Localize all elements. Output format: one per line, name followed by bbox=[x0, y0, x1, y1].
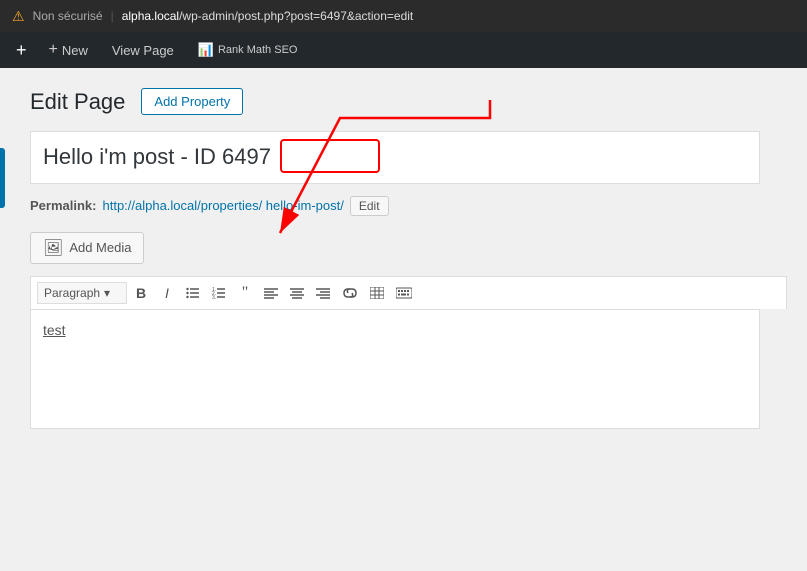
toolbar-italic-button[interactable]: I bbox=[155, 281, 179, 305]
browser-bar: ⚠ Non sécurisé | alpha.local/wp-admin/po… bbox=[0, 0, 807, 32]
plus-icon: + bbox=[49, 41, 58, 59]
post-title-input[interactable] bbox=[30, 131, 760, 184]
wp-logo[interactable]: + bbox=[8, 40, 35, 61]
add-media-label: Add Media bbox=[69, 240, 131, 255]
editor-area: Edit Page Add Property Permalink: http:/… bbox=[30, 88, 787, 551]
permalink-row: Permalink: http://alpha.local/properties… bbox=[30, 196, 787, 216]
separator: | bbox=[111, 9, 114, 23]
editor-content[interactable]: test bbox=[30, 309, 760, 429]
warning-icon: ⚠ bbox=[12, 8, 25, 25]
svg-text:3.: 3. bbox=[212, 295, 216, 299]
add-media-icon: 🖼 bbox=[43, 238, 63, 258]
admin-bar-new-label: New bbox=[62, 43, 88, 58]
admin-bar-rank-math[interactable]: 📊 Rank Math SEO bbox=[188, 32, 308, 68]
admin-bar-rank-math-label: Rank Math SEO bbox=[218, 44, 297, 56]
main-content: Edit Page Add Property Permalink: http:/… bbox=[0, 68, 807, 571]
left-accent bbox=[0, 148, 5, 208]
wp-admin-bar: + + New View Page 📊 Rank Math SEO bbox=[0, 32, 807, 68]
editor-test-text: test bbox=[43, 322, 66, 338]
add-media-button[interactable]: 🖼 Add Media bbox=[30, 232, 144, 264]
page-title-row: Edit Page Add Property bbox=[30, 88, 787, 115]
toolbar-keyboard-button[interactable] bbox=[391, 281, 417, 305]
admin-bar-view-page[interactable]: View Page bbox=[102, 32, 184, 68]
toolbar-bold-button[interactable]: B bbox=[129, 281, 153, 305]
paragraph-label: Paragraph bbox=[44, 286, 100, 300]
toolbar-blockquote-button[interactable]: " bbox=[233, 281, 257, 305]
permalink-url[interactable]: http://alpha.local/properties/ hello-im-… bbox=[102, 198, 343, 213]
post-title-wrapper bbox=[30, 131, 760, 196]
page-title: Edit Page bbox=[30, 89, 125, 115]
admin-bar-new[interactable]: + New bbox=[39, 32, 98, 68]
url-path: /wp-admin/post.php?post=6497&action=edit bbox=[179, 9, 413, 23]
non-secure-label: Non sécurisé bbox=[33, 9, 103, 23]
rank-math-chart-icon: 📊 bbox=[198, 42, 214, 58]
url-domain: alpha.local bbox=[122, 9, 179, 23]
toolbar-unordered-list-button[interactable] bbox=[181, 281, 205, 305]
toolbar-link-button[interactable] bbox=[337, 281, 363, 305]
paragraph-select[interactable]: Paragraph ▾ bbox=[37, 282, 127, 304]
toolbar-table-button[interactable] bbox=[365, 281, 389, 305]
toolbar-align-right-button[interactable] bbox=[311, 281, 335, 305]
toolbar-ordered-list-button[interactable]: 1.2.3. bbox=[207, 281, 231, 305]
toolbar-align-center-button[interactable] bbox=[285, 281, 309, 305]
editor-toolbar: Paragraph ▾ B I 1.2.3. " bbox=[30, 276, 787, 309]
url-bar[interactable]: alpha.local/wp-admin/post.php?post=6497&… bbox=[122, 9, 414, 23]
chevron-down-icon: ▾ bbox=[104, 286, 110, 300]
add-property-button[interactable]: Add Property bbox=[141, 88, 243, 115]
permalink-label: Permalink: bbox=[30, 198, 96, 213]
permalink-edit-button[interactable]: Edit bbox=[350, 196, 389, 216]
admin-bar-view-page-label: View Page bbox=[112, 43, 174, 58]
toolbar-align-left-button[interactable] bbox=[259, 281, 283, 305]
